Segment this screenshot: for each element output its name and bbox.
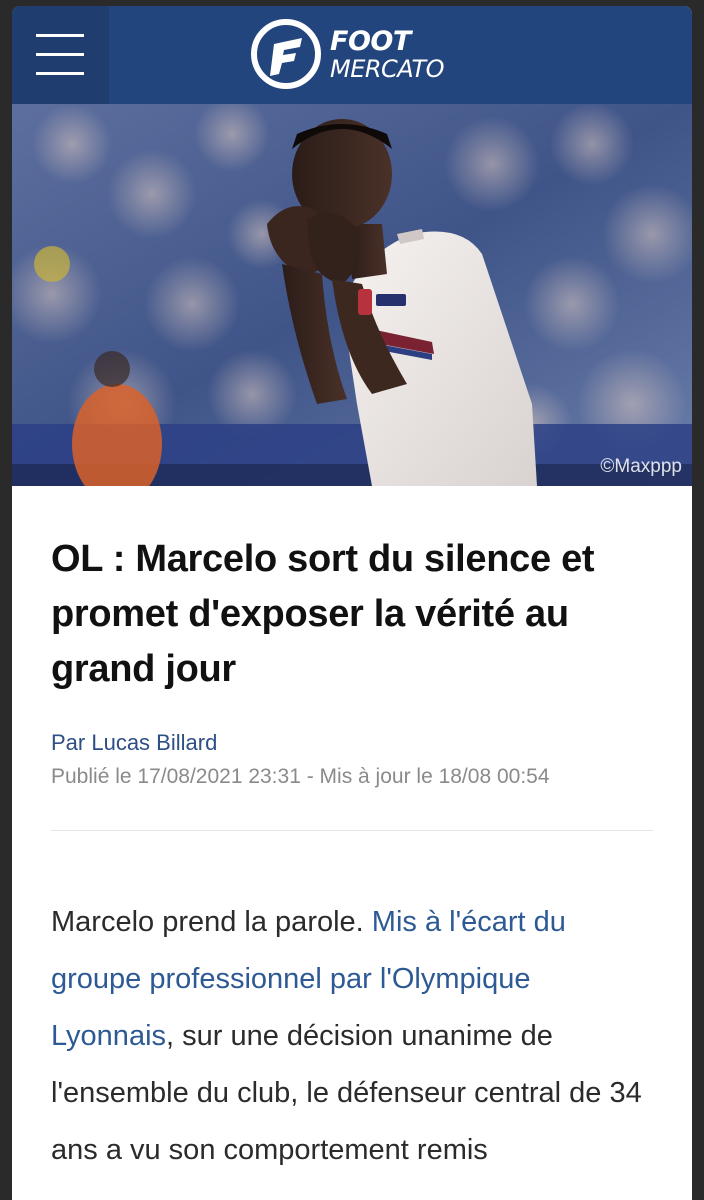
hamburger-menu-icon bbox=[36, 34, 84, 37]
logo-text-foot: FOOT bbox=[330, 26, 411, 57]
hamburger-menu-icon-line bbox=[36, 72, 84, 75]
footmercato-logo-icon bbox=[251, 19, 321, 89]
hero-photo bbox=[12, 104, 692, 486]
article-publish-dates: Publié le 17/08/2021 23:31 - Mis à jour … bbox=[51, 765, 550, 788]
article-hero-image: ©Maxppp bbox=[12, 104, 692, 486]
article-title: OL : Marcelo sort du silence et promet d… bbox=[51, 538, 595, 690]
footmercato-logo[interactable]: FOOT MERCATO bbox=[250, 16, 470, 94]
divider bbox=[51, 830, 653, 831]
logo-text-mercato: MERCATO bbox=[330, 55, 445, 83]
article-content: OL : Marcelo sort du silence et promet d… bbox=[12, 486, 692, 1200]
body-intro-text: Marcelo prend la parole. bbox=[51, 906, 372, 938]
photo-credit: ©Maxppp bbox=[600, 456, 682, 477]
hamburger-menu-icon-line bbox=[36, 53, 84, 56]
article-body-paragraph: Marcelo prend la parole. Mis à l'écart d… bbox=[51, 894, 661, 1179]
menu-button[interactable] bbox=[12, 6, 109, 104]
top-navigation-bar: FOOT MERCATO bbox=[12, 6, 692, 104]
article-author-link[interactable]: Par Lucas Billard bbox=[51, 730, 217, 756]
app-frame: FOOT MERCATO ©Maxppp OL: Marcelo sort d… bbox=[12, 6, 692, 1200]
